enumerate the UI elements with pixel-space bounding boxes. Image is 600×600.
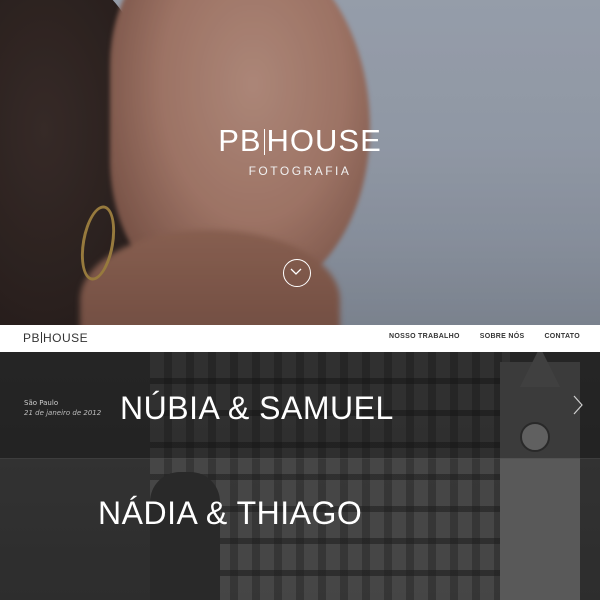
scroll-down-button[interactable] (283, 259, 311, 287)
gallery-entry[interactable]: NÁDIA & THIAGO (0, 459, 600, 600)
hero-title-right: HOUSE (266, 123, 382, 158)
nav-logo-left: PB (23, 331, 41, 345)
top-navbar: PB HOUSE NOSSO TRABALHO SOBRE NÓS CONTATO (0, 325, 600, 353)
nav-logo-divider (41, 332, 43, 343)
entry-couple-names: NÚBIA & SAMUEL (120, 390, 394, 426)
hero-section: PB HOUSE FOTOGRAFIA (0, 0, 600, 325)
hero-title-divider (263, 129, 265, 155)
nav-logo-right: HOUSE (43, 331, 89, 345)
entry-place: São Paulo (24, 399, 59, 407)
entry-date: 21 de janeiro de 2012 (24, 409, 102, 417)
nav-item-nosso-trabalho[interactable]: NOSSO TRABALHO (389, 333, 460, 340)
chevron-right-icon[interactable] (572, 394, 584, 416)
chevron-down-icon (290, 268, 302, 275)
nav-menu: NOSSO TRABALHO SOBRE NÓS CONTATO (389, 333, 580, 340)
hero-subtitle: FOTOGRAFIA (248, 164, 352, 178)
hero-title: PB HOUSE (0, 124, 600, 158)
hero-brand: PB HOUSE FOTOGRAFIA (0, 124, 600, 179)
entry-couple-names: NÁDIA & THIAGO (98, 495, 363, 531)
nav-item-contato[interactable]: CONTATO (544, 333, 580, 340)
gallery-section: São Paulo 21 de janeiro de 2012 NÚBIA & … (0, 352, 600, 600)
nav-item-sobre-nos[interactable]: SOBRE NÓS (480, 333, 525, 340)
hero-title-left: PB (218, 123, 262, 158)
nav-logo[interactable]: PB HOUSE (23, 331, 88, 345)
gallery-entry[interactable]: São Paulo 21 de janeiro de 2012 NÚBIA & … (0, 352, 600, 459)
